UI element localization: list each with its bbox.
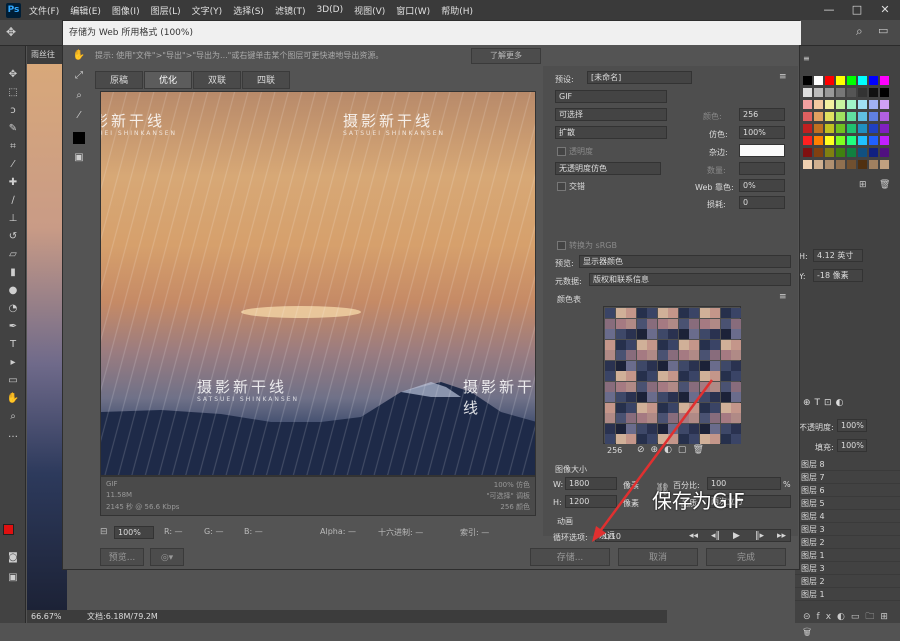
- annotation-arrowhead: [592, 526, 606, 542]
- document-size: 文档:6.18M/79.2M: [87, 612, 158, 621]
- zoom-level: 66.67%: [31, 612, 62, 621]
- annotation-overlay: [592, 379, 714, 542]
- bottom-status-bar: 66.67% 文档:6.18M/79.2M: [27, 610, 667, 623]
- annotation-text: 保存为GIF: [652, 489, 745, 513]
